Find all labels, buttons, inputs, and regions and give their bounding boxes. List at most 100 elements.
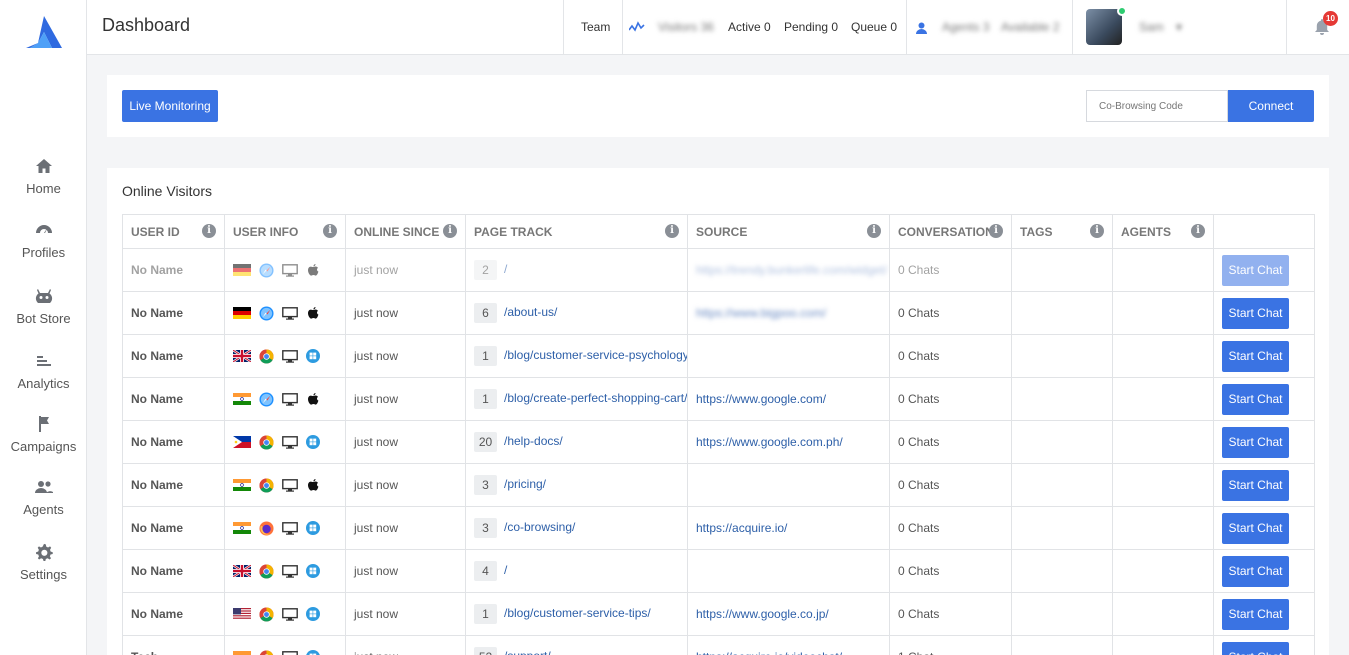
source-cell: https://acquire.io/videochat/	[687, 635, 890, 655]
chrome-browser-icon	[259, 478, 274, 493]
page-link[interactable]: /pricing/	[504, 477, 546, 491]
page-link[interactable]: /blog/customer-service-psychology/	[504, 348, 687, 362]
table-row[interactable]: No Name just now 1/blog/customer-service-t…	[122, 592, 1315, 636]
desktop-icon	[282, 349, 298, 363]
table-row[interactable]: No Name just now 1/blog/customer-service-p…	[122, 334, 1315, 378]
connect-button[interactable]: Connect	[1228, 90, 1314, 122]
page-link[interactable]: /about-us/	[504, 305, 557, 319]
page-track-cell: 1/blog/customer-service-tips/	[465, 592, 688, 636]
start-chat-button[interactable]: Start Chat	[1222, 469, 1289, 501]
info-icon[interactable]: i	[1191, 224, 1205, 238]
action-cell: Start Chat	[1213, 635, 1315, 655]
sidebar-item-profiles[interactable]: Profiles	[0, 221, 87, 260]
column-header: CONVERSATION i	[889, 214, 1012, 249]
team-label[interactable]: Team	[581, 20, 610, 34]
chevron-down-icon[interactable]: ▾	[1176, 20, 1182, 34]
page-count-badge: 2	[474, 260, 497, 280]
sidebar-item-analytics[interactable]: Analytics	[0, 352, 87, 391]
page-link[interactable]: /support/	[504, 649, 551, 655]
conversation-cell: 0 Chats	[889, 334, 1012, 378]
sidebar-item-label: Agents	[23, 502, 64, 517]
online-since: just now	[354, 521, 399, 535]
table-row[interactable]: No Name just now 4/0 Chats Start Chat	[122, 549, 1315, 593]
page-link[interactable]: /blog/create-perfect-shopping-cart/	[504, 391, 687, 405]
page-track-cell: 4/	[465, 549, 688, 593]
online-since-cell: just now	[345, 635, 466, 655]
info-icon[interactable]: i	[1090, 224, 1104, 238]
info-icon[interactable]: i	[323, 224, 337, 238]
info-icon[interactable]: i	[989, 224, 1003, 238]
start-chat-button[interactable]: Start Chat	[1222, 426, 1289, 458]
conversation-cell: 0 Chats	[889, 420, 1012, 464]
info-icon[interactable]: i	[443, 224, 457, 238]
start-chat-button[interactable]: Start Chat	[1222, 641, 1289, 655]
page-track-cell: 3/co-browsing/	[465, 506, 688, 550]
online-since-cell: just now	[345, 549, 466, 593]
windows-os-icon	[306, 521, 320, 536]
start-chat-button[interactable]: Start Chat	[1222, 383, 1289, 415]
start-chat-button[interactable]: Start Chat	[1222, 598, 1289, 630]
conversation-cell: 0 Chats	[889, 592, 1012, 636]
conversation-cell: 0 Chats	[889, 549, 1012, 593]
table-row[interactable]: No Name just now 6/about-us/https://www.bi…	[122, 291, 1315, 335]
chrome-browser-icon	[259, 564, 274, 579]
online-since: just now	[354, 478, 399, 492]
user-info-cell	[224, 377, 346, 421]
page-count-badge: 6	[474, 303, 497, 323]
page-track-cell: 6/about-us/	[465, 291, 688, 335]
action-cell: Start Chat	[1213, 420, 1315, 464]
source-link[interactable]: https://www.bigpoo.com/	[696, 306, 826, 320]
source-link[interactable]: https://acquire.io/	[696, 521, 787, 535]
page-count-badge: 1	[474, 389, 497, 409]
info-icon[interactable]: i	[867, 224, 881, 238]
source-link[interactable]: https://www.google.com.ph/	[696, 435, 843, 449]
sidebar-item-bot-store[interactable]: Bot Store	[0, 287, 87, 326]
section-title: Online Visitors	[122, 183, 213, 199]
column-header-label: TAGS	[1020, 224, 1053, 239]
start-chat-button[interactable]: Start Chat	[1222, 512, 1289, 544]
source-cell	[687, 549, 890, 593]
table-row[interactable]: No Name just now 2/https://trendy.bunkerli…	[122, 248, 1315, 292]
table-row[interactable]: No Name just now 20/help-docs/https://www.…	[122, 420, 1315, 464]
start-chat-button[interactable]: Start Chat	[1222, 254, 1289, 286]
sidebar-item-agents[interactable]: Agents	[0, 478, 87, 517]
info-icon[interactable]: i	[665, 224, 679, 238]
table-row[interactable]: No Name just now 3/co-browsing/https://acq…	[122, 506, 1315, 550]
page-link[interactable]: /help-docs/	[504, 434, 563, 448]
page-link[interactable]: /blog/customer-service-tips/	[504, 606, 651, 620]
tags-cell	[1011, 506, 1113, 550]
tags-cell	[1011, 334, 1113, 378]
source-link[interactable]: https://www.google.co.jp/	[696, 607, 829, 621]
windows-os-icon	[306, 435, 320, 450]
sidebar-item-settings[interactable]: Settings	[0, 543, 87, 582]
online-since: just now	[354, 435, 399, 449]
user-name: Tech	[131, 650, 158, 655]
sidebar-item-campaigns[interactable]: Campaigns	[0, 415, 87, 454]
start-chat-button[interactable]: Start Chat	[1222, 340, 1289, 372]
user-name[interactable]: Sam	[1139, 20, 1164, 34]
page-link[interactable]: /	[504, 563, 507, 577]
windows-os-icon	[306, 650, 320, 655]
live-monitoring-button[interactable]: Live Monitoring	[122, 90, 218, 122]
column-header	[1213, 214, 1315, 249]
start-chat-button[interactable]: Start Chat	[1222, 297, 1289, 329]
info-icon[interactable]: i	[202, 224, 216, 238]
agent-icon	[916, 22, 927, 37]
page-link[interactable]: /	[504, 262, 507, 276]
page-link[interactable]: /co-browsing/	[504, 520, 575, 534]
online-since: just now	[354, 349, 399, 363]
source-link[interactable]: https://acquire.io/videochat/	[696, 650, 842, 655]
sidebar-item-home[interactable]: Home	[0, 157, 87, 196]
cobrowsing-code-input[interactable]	[1086, 90, 1228, 122]
action-cell: Start Chat	[1213, 592, 1315, 636]
table-row[interactable]: Tech just now 52/support/https://acquire.i…	[122, 635, 1315, 655]
online-since: just now	[354, 607, 399, 621]
app-logo[interactable]	[26, 16, 62, 48]
table-row[interactable]: No Name just now 3/pricing/0 Chats Start Ch…	[122, 463, 1315, 507]
avatar[interactable]	[1086, 9, 1122, 45]
table-row[interactable]: No Name just now 1/blog/create-perfect-sho…	[122, 377, 1315, 421]
user-id-cell: No Name	[122, 291, 225, 335]
source-link[interactable]: https://trendy.bunkerlife.com/widget/	[696, 263, 887, 277]
source-link[interactable]: https://www.google.com/	[696, 392, 826, 406]
start-chat-button[interactable]: Start Chat	[1222, 555, 1289, 587]
